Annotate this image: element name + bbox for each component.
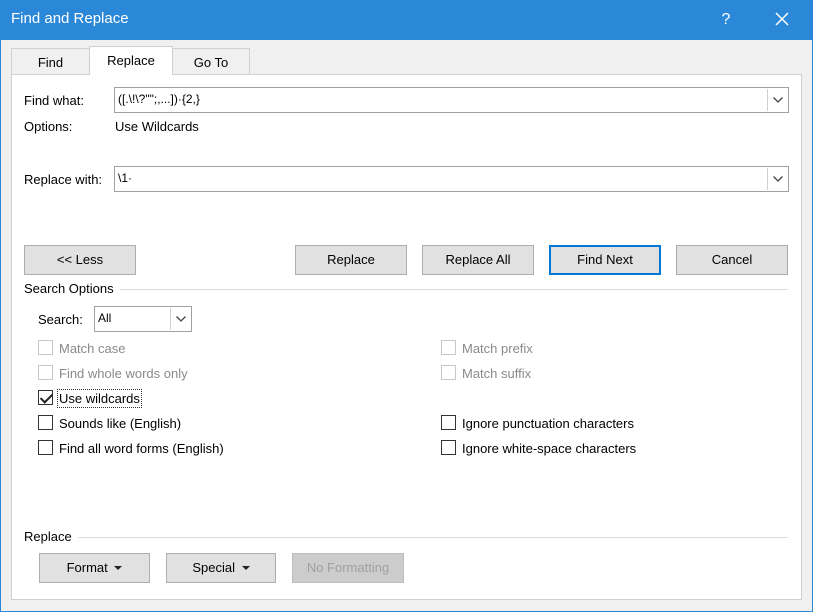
replace-with-combobox[interactable]: \1· <box>114 166 789 192</box>
find-what-dropdown-button[interactable] <box>767 89 787 111</box>
ignore-punctuation-label: Ignore punctuation characters <box>462 416 634 431</box>
close-icon <box>775 12 789 26</box>
replace-section-divider <box>78 537 788 538</box>
search-direction-value: All <box>98 311 112 325</box>
tab-goto[interactable]: Go To <box>172 48 250 75</box>
chevron-down-icon <box>772 97 783 103</box>
search-direction-dropdown-button[interactable] <box>170 308 190 330</box>
whole-words-checkbox[interactable] <box>38 365 53 380</box>
caret-down-icon <box>241 566 250 571</box>
tab-replace[interactable]: Replace <box>89 46 173 75</box>
cancel-button[interactable]: Cancel <box>676 245 788 275</box>
tab-replace-label: Replace <box>107 53 155 68</box>
caret-down-icon <box>114 566 123 571</box>
use-wildcards-label: Use wildcards <box>57 389 142 408</box>
match-suffix-label: Match suffix <box>462 366 532 381</box>
chevron-down-icon <box>772 176 783 182</box>
search-options-heading: Search Options <box>24 281 114 296</box>
help-button[interactable]: ? <box>712 6 740 34</box>
format-menu-button[interactable]: Format <box>39 553 150 583</box>
title-bar: Find and Replace ? <box>0 0 813 40</box>
find-what-combobox[interactable]: ([.\!\?"";,...])·{2,} <box>114 87 789 113</box>
sounds-like-label: Sounds like (English) <box>59 416 182 431</box>
options-label: Options: <box>24 119 73 134</box>
ignore-whitespace-label: Ignore white-space characters <box>462 441 637 456</box>
chevron-down-icon <box>175 316 186 322</box>
match-case-label: Match case <box>59 341 126 356</box>
replace-with-input[interactable]: \1· <box>118 171 132 185</box>
window-title: Find and Replace <box>11 10 129 27</box>
use-wildcards-checkbox[interactable] <box>38 390 53 405</box>
replace-with-dropdown-button[interactable] <box>767 168 787 190</box>
replace-tab-panel <box>11 74 802 600</box>
replace-all-button[interactable]: Replace All <box>422 245 534 275</box>
close-button[interactable] <box>766 6 798 34</box>
options-value: Use Wildcards <box>115 119 199 134</box>
search-options-divider <box>120 289 788 290</box>
tab-find-label: Find <box>37 55 64 70</box>
find-what-input[interactable]: ([.\!\?"";,...])·{2,} <box>118 92 200 106</box>
whole-words-label: Find whole words only <box>59 366 188 381</box>
match-suffix-checkbox[interactable] <box>441 365 456 380</box>
tab-find[interactable]: Find <box>11 48 90 75</box>
ignore-punctuation-checkbox[interactable] <box>441 415 456 430</box>
find-what-label: Find what: <box>24 93 84 108</box>
find-next-button[interactable]: Find Next <box>549 245 661 275</box>
less-button[interactable]: << Less <box>24 245 136 275</box>
match-case-checkbox[interactable] <box>38 340 53 355</box>
match-prefix-label: Match prefix <box>462 341 533 356</box>
special-menu-button[interactable]: Special <box>166 553 276 583</box>
search-direction-select[interactable]: All <box>94 306 192 332</box>
sounds-like-checkbox[interactable] <box>38 415 53 430</box>
tab-goto-label: Go To <box>193 55 229 70</box>
no-formatting-button[interactable]: No Formatting <box>292 553 404 583</box>
search-direction-label: Search: <box>38 312 83 327</box>
format-label: Format <box>66 560 108 575</box>
replace-section-heading: Replace <box>24 529 72 544</box>
match-prefix-checkbox[interactable] <box>441 340 456 355</box>
ignore-whitespace-checkbox[interactable] <box>441 440 456 455</box>
special-label: Special <box>192 560 235 575</box>
word-forms-checkbox[interactable] <box>38 440 53 455</box>
replace-button[interactable]: Replace <box>295 245 407 275</box>
replace-with-label: Replace with: <box>24 172 103 187</box>
word-forms-label: Find all word forms (English) <box>59 441 224 456</box>
